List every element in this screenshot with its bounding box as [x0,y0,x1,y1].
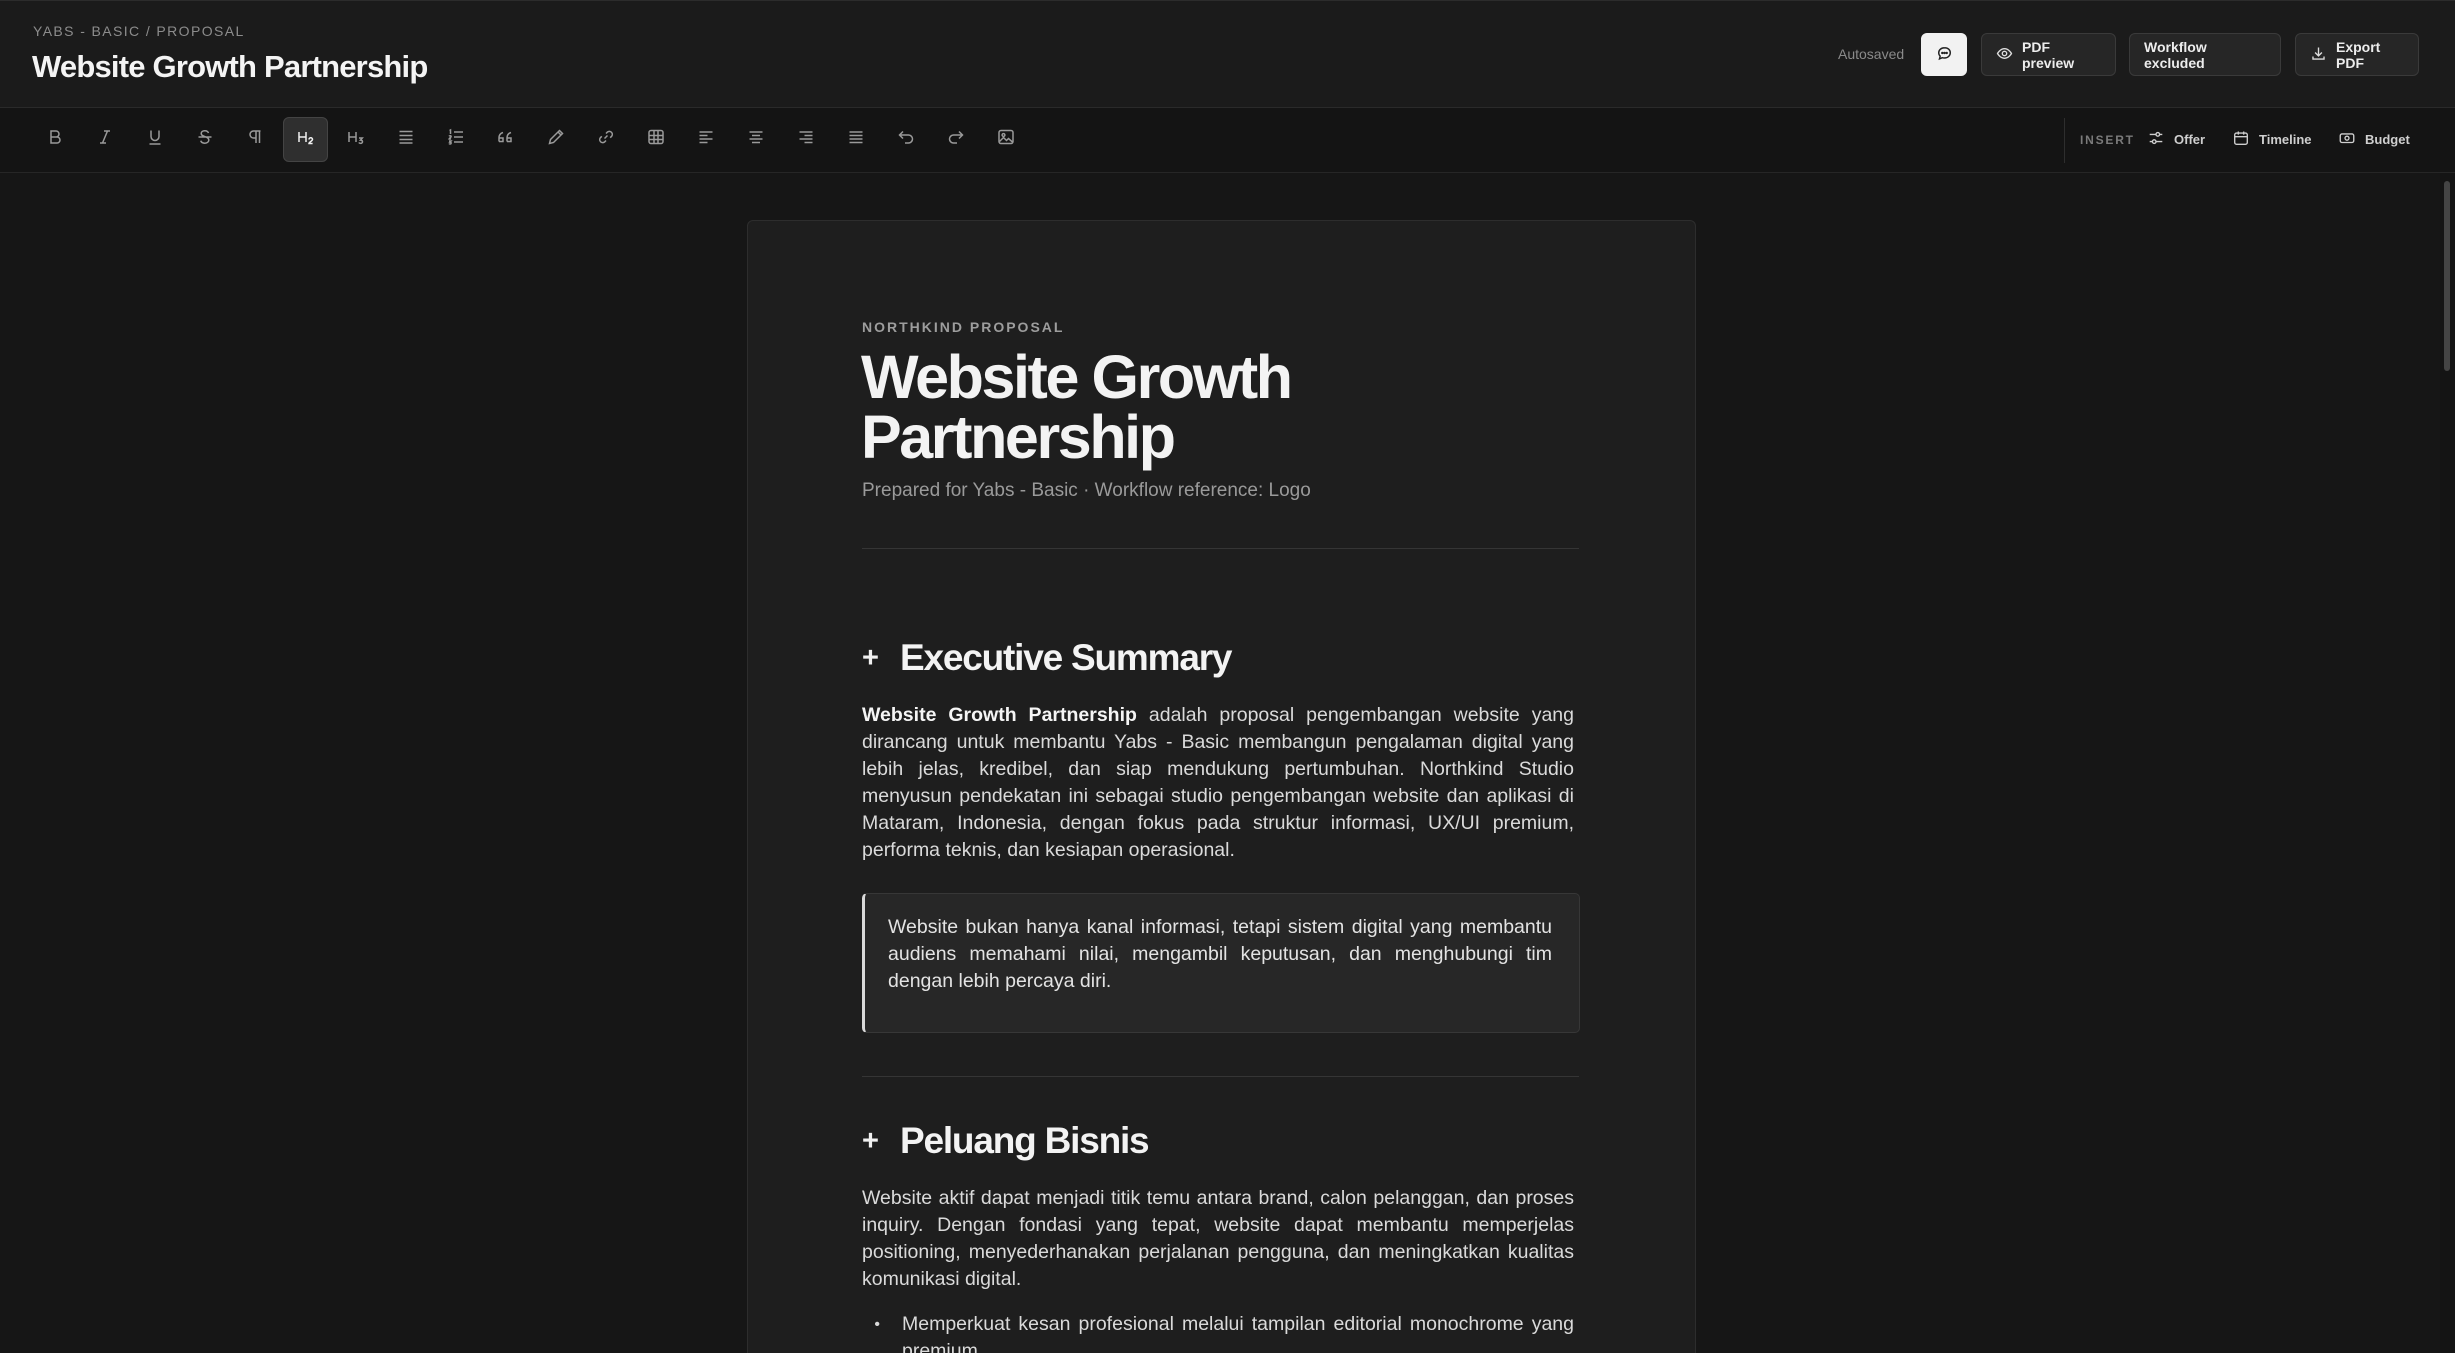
export-pdf-label: Export PDF [2336,38,2381,71]
toolbar-divider [2064,118,2065,163]
page-title: Website Growth Partnership [32,49,428,84]
bullet-list-icon [396,127,416,153]
highlight-button[interactable] [533,117,578,162]
quote-icon [496,127,516,153]
table-button[interactable] [633,117,678,162]
section-heading-executive-summary[interactable]: + Executive Summary [862,637,1232,679]
download-icon [2310,45,2327,65]
executive-summary-paragraph[interactable]: Website Growth Partnership adalah propos… [862,702,1574,864]
section-title[interactable]: Peluang Bisnis [900,1120,1150,1162]
scrollbar-thumb[interactable] [2444,181,2450,371]
insert-budget-button[interactable]: Budget [2338,124,2410,154]
budget-label: Budget [2365,131,2410,147]
breadcrumb[interactable]: YABS - BASIC / PROPOSAL [33,23,245,39]
pdf-preview-label: PDF preview [2022,38,2075,71]
align-right-icon [796,127,816,153]
insert-label: INSERT [2080,133,2135,147]
align-left-button[interactable] [683,117,728,162]
align-justify-icon [846,127,866,153]
insert-timeline-button[interactable]: Timeline [2232,124,2312,154]
align-left-icon [696,127,716,153]
vertical-scrollbar[interactable] [2440,173,2455,1353]
eye-icon [1996,45,2013,65]
image-icon [996,127,1016,153]
top-bar: YABS - BASIC / PROPOSAL Website Growth P… [0,0,2455,108]
ordered-list-button[interactable] [433,117,478,162]
underline-button[interactable] [132,117,177,162]
calendar-icon [2232,129,2250,150]
offer-label: Offer [2174,131,2206,147]
list-item[interactable]: • Memperkuat kesan profesional melalui t… [862,1311,1574,1353]
heading-3-button[interactable] [333,117,378,162]
paragraph-body: adalah proposal pengembangan website yan… [862,704,1574,861]
align-center-button[interactable] [733,117,778,162]
export-pdf-button[interactable]: Export PDF [2295,33,2419,76]
redo-icon [946,127,966,153]
sliders-icon [2147,129,2165,150]
link-icon [596,127,616,153]
list-item-text: Memperkuat kesan profesional melalui tam… [902,1313,1574,1353]
document-eyebrow: NORTHKIND PROPOSAL [862,319,1065,335]
banknote-icon [2338,129,2356,150]
divider [862,1076,1579,1077]
blockquote-button[interactable] [483,117,528,162]
document-subtitle[interactable]: Prepared for Yabs - Basic · Workflow ref… [862,480,1311,502]
paragraph-button[interactable] [232,117,277,162]
pdf-preview-button[interactable]: PDF preview [1981,33,2116,76]
blockquote-text: Website bukan hanya kanal informasi, tet… [888,916,1552,992]
workflow-label: Workflow excluded [2144,38,2207,71]
comment-icon [1936,45,1953,65]
document-title[interactable]: Website Growth Partnership [861,347,1481,468]
document-page[interactable]: NORTHKIND PROPOSAL Website Growth Partne… [747,220,1696,1353]
image-button[interactable] [983,117,1028,162]
formatting-toolbar: INSERT Offer Timeline Budget [0,108,2455,173]
add-block-icon[interactable]: + [862,642,884,675]
divider [862,548,1579,549]
italic-button[interactable] [82,117,127,162]
undo-button[interactable] [883,117,928,162]
ordered-list-icon [446,127,466,153]
blockquote[interactable]: Website bukan hanya kanal informasi, tet… [862,893,1580,1033]
heading-2-button[interactable] [283,117,328,162]
workflow-excluded-button[interactable]: Workflow excluded [2129,33,2281,76]
heading-3-icon [346,127,366,153]
undo-icon [896,127,916,153]
timeline-label: Timeline [2259,131,2312,147]
pen-icon [546,127,566,153]
pilcrow-icon [245,127,265,153]
autosave-status: Autosaved [1838,46,1905,62]
add-block-icon[interactable]: + [862,1125,884,1158]
align-center-icon [746,127,766,153]
bold-icon [45,127,65,153]
bold-lead: Website Growth Partnership [862,704,1137,726]
insert-offer-button[interactable]: Offer [2147,124,2205,154]
section-title[interactable]: Executive Summary [900,637,1232,679]
bullet-list-button[interactable] [383,117,428,162]
bullet-icon: • [874,1316,880,1333]
strikethrough-icon [195,127,215,153]
align-justify-button[interactable] [833,117,878,162]
bold-button[interactable] [32,117,77,162]
underline-icon [145,127,165,153]
redo-button[interactable] [933,117,978,162]
peluang-bisnis-paragraph[interactable]: Website aktif dapat menjadi titik temu a… [862,1185,1574,1293]
bullet-list[interactable]: • Memperkuat kesan profesional melalui t… [862,1311,1574,1353]
link-button[interactable] [583,117,628,162]
strikethrough-button[interactable] [182,117,227,162]
table-icon [646,127,666,153]
heading-2-icon [296,127,316,153]
italic-icon [95,127,115,153]
align-right-button[interactable] [783,117,828,162]
section-heading-peluang-bisnis[interactable]: + Peluang Bisnis [862,1120,1150,1162]
comment-button[interactable] [1921,33,1967,76]
